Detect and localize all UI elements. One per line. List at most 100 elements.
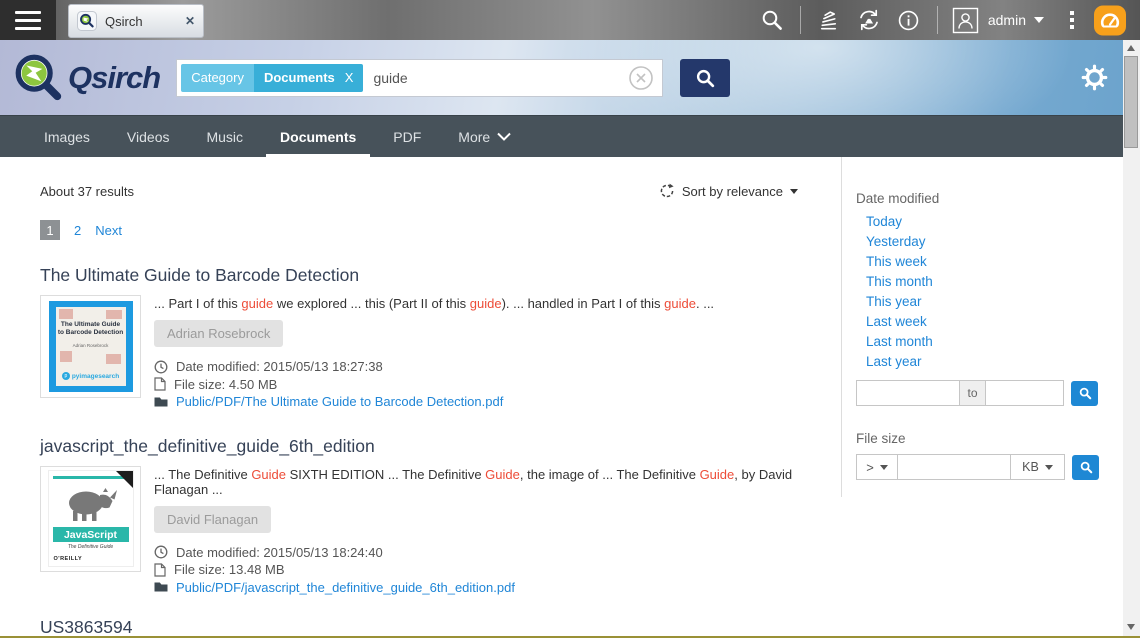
date-filter-search-button[interactable] bbox=[1071, 381, 1098, 406]
user-profile-icon[interactable] bbox=[946, 0, 986, 40]
filter-last-week[interactable]: Last week bbox=[866, 314, 927, 329]
file-icon bbox=[154, 563, 166, 577]
qsirch-tab[interactable]: Qsirch ✕ bbox=[68, 4, 204, 38]
filter-this-week[interactable]: This week bbox=[866, 254, 927, 269]
search-box[interactable]: Category Documents X guide bbox=[176, 59, 663, 97]
result-title-link[interactable]: US3863594 bbox=[40, 617, 798, 638]
topbar-divider bbox=[800, 6, 801, 34]
thumb-publisher: O'REILLY bbox=[54, 556, 83, 562]
size-operator-select[interactable]: > bbox=[856, 454, 898, 480]
app-header: Qsirch Category Documents X guide bbox=[0, 40, 1140, 115]
snippet-highlight: Guide bbox=[485, 467, 520, 482]
scroll-down-arrow[interactable] bbox=[1127, 624, 1135, 630]
tab-label: More bbox=[458, 129, 490, 145]
tab-music[interactable]: Music bbox=[204, 116, 245, 157]
file-icon bbox=[154, 377, 166, 391]
snippet-text: . ... bbox=[696, 296, 714, 311]
search-button[interactable] bbox=[680, 59, 730, 97]
main-menu-button[interactable] bbox=[0, 0, 56, 40]
sort-label: Sort by relevance bbox=[682, 184, 783, 199]
file-size: File size: 13.48 MB bbox=[174, 562, 285, 577]
topbar-divider bbox=[937, 6, 938, 34]
qsirch-app-icon bbox=[77, 11, 97, 31]
filter-today[interactable]: Today bbox=[866, 214, 902, 229]
tab-label: Music bbox=[206, 129, 243, 145]
search-tag-category: Category bbox=[181, 64, 254, 92]
size-operator-value: > bbox=[866, 460, 874, 475]
filter-this-month[interactable]: This month bbox=[866, 274, 933, 289]
result-title-link[interactable]: javascript_the_definitive_guide_6th_edit… bbox=[40, 436, 798, 457]
tab-pdf[interactable]: PDF bbox=[391, 116, 423, 157]
filter-last-year[interactable]: Last year bbox=[866, 354, 922, 369]
background-tasks-icon[interactable] bbox=[809, 0, 849, 40]
settings-gear-icon[interactable] bbox=[1081, 64, 1108, 91]
folder-icon bbox=[154, 581, 168, 593]
snippet-text: , the image of ... The Definitive bbox=[520, 467, 700, 482]
result-thumbnail[interactable]: The Ultimate Guide to Barcode Detection … bbox=[40, 295, 141, 398]
logo-text: Qsirch bbox=[68, 60, 160, 96]
close-tab-icon[interactable]: ✕ bbox=[185, 14, 195, 28]
page-2-link[interactable]: 2 bbox=[74, 223, 81, 238]
result-thumbnail[interactable]: JavaScript The Definitive Guide O'REILLY bbox=[40, 466, 141, 572]
global-search-icon[interactable] bbox=[752, 0, 792, 40]
size-unit-select[interactable]: KB bbox=[1010, 454, 1065, 480]
snippet-highlight: guide bbox=[664, 296, 696, 311]
tab-videos[interactable]: Videos bbox=[125, 116, 172, 157]
top-bar: Qsirch ✕ admin bbox=[0, 0, 1140, 40]
filter-last-month[interactable]: Last month bbox=[866, 334, 933, 349]
result-snippet: ... Part I of this guide we explored ...… bbox=[154, 296, 714, 311]
qsirch-tab-label: Qsirch bbox=[105, 14, 185, 29]
remove-tag-icon[interactable]: X bbox=[345, 70, 354, 85]
tab-documents[interactable]: Documents bbox=[278, 116, 358, 157]
author-chip[interactable]: Adrian Rosebrock bbox=[154, 320, 283, 347]
tab-label: Videos bbox=[127, 129, 170, 145]
result-item: javascript_the_definitive_guide_6th_edit… bbox=[40, 436, 798, 597]
size-value-input[interactable] bbox=[897, 454, 1011, 480]
admin-menu[interactable]: admin bbox=[988, 12, 1044, 28]
scrollbar-thumb[interactable] bbox=[1124, 56, 1138, 148]
date-from-input[interactable] bbox=[856, 380, 960, 406]
chevron-down-icon bbox=[1034, 17, 1044, 23]
filter-this-year[interactable]: This year bbox=[866, 294, 922, 309]
snippet-highlight: guide bbox=[241, 296, 273, 311]
clock-icon bbox=[154, 360, 168, 374]
date-modified: Date modified: 2015/05/13 18:27:38 bbox=[176, 359, 383, 374]
filter-yesterday[interactable]: Yesterday bbox=[866, 234, 926, 249]
scroll-up-arrow[interactable] bbox=[1127, 45, 1135, 51]
file-path-link[interactable]: Public/PDF/javascript_the_definitive_gui… bbox=[176, 580, 515, 595]
tab-more[interactable]: More bbox=[456, 116, 513, 157]
info-icon[interactable] bbox=[889, 0, 929, 40]
snippet-highlight: Guide bbox=[251, 467, 286, 482]
size-filter-search-button[interactable] bbox=[1072, 455, 1099, 480]
remote-sync-icon[interactable] bbox=[849, 0, 889, 40]
result-title-link[interactable]: The Ultimate Guide to Barcode Detection bbox=[40, 265, 798, 286]
thumb-title: The Ultimate Guide to Barcode Detection bbox=[58, 321, 124, 338]
book-cover: JavaScript The Definitive Guide O'REILLY bbox=[48, 470, 134, 567]
date-modified-title: Date modified bbox=[856, 191, 1103, 206]
author-chip[interactable]: David Flanagan bbox=[154, 506, 271, 533]
clear-search-icon[interactable] bbox=[628, 65, 654, 91]
sort-refresh-icon bbox=[659, 183, 675, 199]
pyimagesearch-logo-icon: p bbox=[62, 372, 70, 380]
qsirch-logo[interactable]: Qsirch bbox=[12, 52, 160, 104]
result-snippet: ... The Definitive Guide SIXTH EDITION .… bbox=[154, 467, 798, 497]
resource-monitor-icon[interactable] bbox=[1090, 0, 1130, 40]
page-1-current[interactable]: 1 bbox=[40, 220, 60, 240]
search-query-text[interactable]: guide bbox=[373, 70, 628, 86]
folder-icon bbox=[154, 396, 168, 408]
vertical-scrollbar[interactable] bbox=[1123, 40, 1140, 636]
date-to-input[interactable] bbox=[985, 380, 1064, 406]
snippet-text: ... Part I of this bbox=[154, 296, 241, 311]
admin-username: admin bbox=[988, 12, 1026, 28]
file-size-row: > KB bbox=[856, 454, 1103, 480]
date-filter-links: Today Yesterday This week This month Thi… bbox=[856, 214, 1103, 374]
search-tag-documents[interactable]: Documents X bbox=[254, 64, 363, 92]
file-path-link[interactable]: Public/PDF/The Ultimate Guide to Barcode… bbox=[176, 394, 503, 409]
sort-dropdown[interactable]: Sort by relevance bbox=[659, 183, 798, 199]
next-page-link[interactable]: Next bbox=[95, 223, 122, 238]
result-item: US3863594 ... invention is a guide devic… bbox=[40, 617, 798, 638]
snippet-highlight: Guide bbox=[700, 467, 735, 482]
topbar-actions: admin bbox=[752, 0, 1140, 40]
tab-images[interactable]: Images bbox=[42, 116, 92, 157]
more-options-icon[interactable] bbox=[1070, 11, 1074, 29]
